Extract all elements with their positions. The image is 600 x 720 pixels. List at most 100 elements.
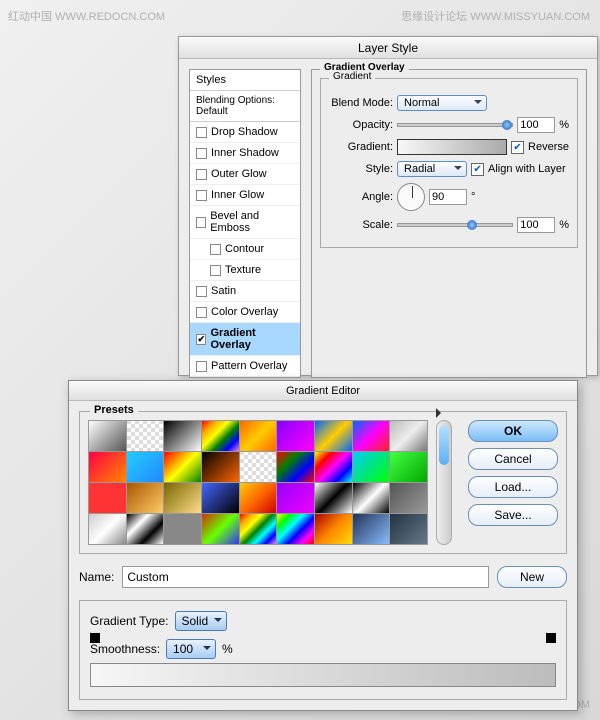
percent-label: % (222, 642, 233, 656)
percent-label: % (559, 219, 569, 231)
blend-mode-select[interactable]: Normal (397, 95, 487, 111)
style-drop-shadow[interactable]: Drop Shadow (190, 122, 300, 143)
gradient-preview[interactable] (397, 139, 507, 155)
preset-swatch[interactable] (127, 452, 164, 482)
opacity-stop-right[interactable] (546, 633, 556, 643)
style-color-overlay[interactable]: Color Overlay (190, 302, 300, 323)
preset-swatch[interactable] (277, 483, 314, 513)
preset-swatch[interactable] (353, 514, 390, 544)
style-select[interactable]: Radial (397, 161, 467, 177)
preset-swatch[interactable] (353, 421, 390, 451)
blend-mode-label: Blend Mode: (329, 97, 393, 109)
gradient-overlay-panel: Gradient Overlay Gradient Blend Mode: No… (311, 69, 587, 378)
preset-swatch[interactable] (315, 514, 352, 544)
style-outer-glow[interactable]: Outer Glow (190, 164, 300, 185)
style-bevel-emboss[interactable]: Bevel and Emboss (190, 206, 300, 239)
ok-button[interactable]: OK (468, 420, 558, 442)
presets-scrollbar[interactable] (436, 420, 452, 545)
watermark-top-left: 红动中国 WWW.REDOCN.COM (8, 8, 165, 24)
reverse-label: Reverse (528, 141, 569, 153)
new-button[interactable]: New (497, 566, 567, 588)
preset-swatch[interactable] (127, 514, 164, 544)
preset-swatch[interactable] (127, 421, 164, 451)
cancel-button[interactable]: Cancel (468, 448, 558, 470)
preset-swatch[interactable] (390, 483, 427, 513)
preset-swatch[interactable] (277, 421, 314, 451)
preset-swatch[interactable] (353, 452, 390, 482)
preset-swatch[interactable] (240, 421, 277, 451)
preset-swatch[interactable] (89, 514, 126, 544)
preset-swatch[interactable] (315, 483, 352, 513)
opacity-stop-left[interactable] (90, 633, 100, 643)
checkbox-gradient-overlay[interactable] (196, 334, 206, 345)
preset-swatch[interactable] (89, 483, 126, 513)
checkbox-contour[interactable] (210, 244, 221, 255)
preset-swatch[interactable] (202, 452, 239, 482)
preset-swatch[interactable] (353, 483, 390, 513)
style-texture[interactable]: Texture (190, 260, 300, 281)
checkbox-satin[interactable] (196, 286, 207, 297)
style-label-field: Style: (329, 163, 393, 175)
checkbox-texture[interactable] (210, 265, 221, 276)
scale-input[interactable]: 100 (517, 217, 555, 233)
preset-swatch[interactable] (390, 452, 427, 482)
style-label: Bevel and Emboss (210, 210, 294, 234)
preset-swatch[interactable] (202, 483, 239, 513)
smoothness-label: Smoothness: (90, 642, 160, 656)
angle-dial[interactable] (397, 183, 425, 211)
scale-label: Scale: (329, 219, 393, 231)
gradient-type-select[interactable]: Solid (175, 611, 228, 631)
checkbox-drop-shadow[interactable] (196, 127, 207, 138)
name-label: Name: (79, 570, 114, 584)
gradient-bar[interactable] (90, 663, 556, 687)
load-button[interactable]: Load... (468, 476, 558, 498)
smoothness-input[interactable]: 100 (166, 639, 216, 659)
blending-options-default[interactable]: Blending Options: Default (190, 91, 300, 122)
gradient-section-title: Gradient (329, 71, 375, 82)
styles-list: Styles Blending Options: Default Drop Sh… (189, 69, 301, 378)
align-checkbox[interactable] (471, 163, 484, 176)
opacity-slider[interactable] (397, 123, 513, 127)
layer-style-title: Layer Style (179, 37, 597, 59)
style-inner-shadow[interactable]: Inner Shadow (190, 143, 300, 164)
style-inner-glow[interactable]: Inner Glow (190, 185, 300, 206)
checkbox-inner-shadow[interactable] (196, 148, 207, 159)
style-gradient-overlay[interactable]: Gradient Overlay (190, 323, 300, 356)
name-input[interactable]: Custom (122, 566, 489, 588)
style-satin[interactable]: Satin (190, 281, 300, 302)
preset-swatch[interactable] (202, 421, 239, 451)
preset-swatch[interactable] (240, 483, 277, 513)
preset-swatch[interactable] (127, 483, 164, 513)
preset-swatch[interactable] (315, 452, 352, 482)
style-pattern-overlay[interactable]: Pattern Overlay (190, 356, 300, 377)
preset-swatch[interactable] (277, 514, 314, 544)
reverse-checkbox[interactable] (511, 141, 524, 154)
scale-slider[interactable] (397, 223, 513, 227)
preset-swatch[interactable] (164, 483, 201, 513)
checkbox-inner-glow[interactable] (196, 190, 207, 201)
checkbox-color-overlay[interactable] (196, 307, 207, 318)
preset-swatch[interactable] (164, 421, 201, 451)
preset-swatch[interactable] (240, 452, 277, 482)
preset-swatch[interactable] (240, 514, 277, 544)
style-contour[interactable]: Contour (190, 239, 300, 260)
presets-menu-icon[interactable] (436, 408, 446, 418)
preset-swatch[interactable] (315, 421, 352, 451)
preset-swatch[interactable] (89, 421, 126, 451)
opacity-input[interactable]: 100 (517, 117, 555, 133)
checkbox-pattern-overlay[interactable] (196, 361, 207, 372)
preset-swatch[interactable] (202, 514, 239, 544)
preset-swatch[interactable] (390, 514, 427, 544)
preset-swatch[interactable] (164, 452, 201, 482)
angle-input[interactable]: 90 (429, 189, 467, 205)
save-button[interactable]: Save... (468, 504, 558, 526)
preset-swatch[interactable] (390, 421, 427, 451)
styles-header[interactable]: Styles (190, 70, 300, 91)
preset-swatch[interactable] (164, 514, 201, 544)
presets-grid (88, 420, 428, 545)
checkbox-bevel[interactable] (196, 217, 206, 228)
preset-swatch[interactable] (277, 452, 314, 482)
checkbox-outer-glow[interactable] (196, 169, 207, 180)
preset-swatch[interactable] (89, 452, 126, 482)
align-label: Align with Layer (488, 163, 566, 175)
